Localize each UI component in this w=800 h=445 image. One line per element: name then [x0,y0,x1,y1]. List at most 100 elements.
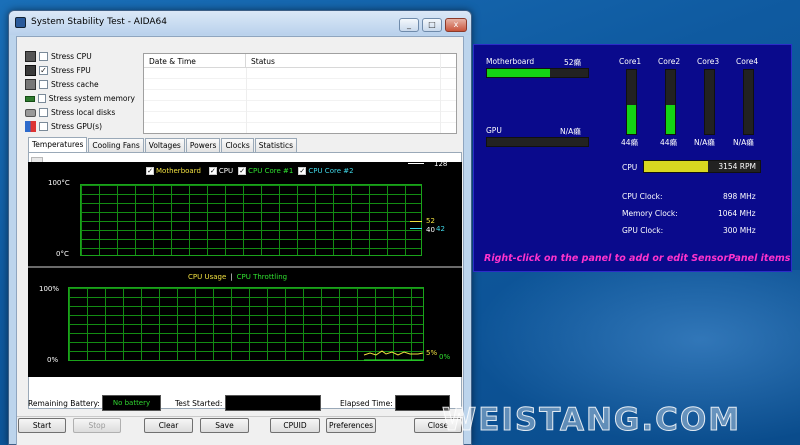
motherboard-sensor-value: 52癩 [564,58,582,67]
temperature-legend: ✓ Motherboard ✓ CPU ✓ CPU Core #1 ✓ CPU … [146,167,354,175]
cpu-icon [25,51,36,62]
usage-trace [363,350,424,361]
usage-current-value: 5% [426,349,438,357]
core3-label: Core3 [697,57,720,66]
cpu-clock-value: 898 MHz [723,192,756,201]
disk-icon [25,108,36,117]
tab-statistics[interactable]: Statistics [254,138,298,152]
log-table[interactable]: Date & Time Status [143,53,457,134]
table-row [144,68,456,79]
window-client-area: Stress CPU ✓ Stress FPU Stress cache Str… [16,36,464,445]
cache-icon [25,79,36,90]
stress-memory-label: Stress system memory [48,94,135,103]
start-button[interactable]: Start [18,418,66,433]
table-row [144,112,456,123]
core1-temp-bar-fill [627,105,636,134]
tab-cooling-fans[interactable]: Cooling Fans [88,138,144,152]
stress-cache-option[interactable]: Stress cache [25,78,135,91]
tab-powers[interactable]: Powers [185,138,221,152]
temperature-grid [80,184,422,256]
tab-voltages[interactable]: Voltages [144,138,185,152]
legend-core1: CPU Core #1 [248,167,294,175]
stress-fpu-label: Stress FPU [51,66,91,75]
stress-disks-option[interactable]: Stress local disks [25,106,135,119]
gpu-clock-value: 300 MHz [723,226,756,235]
preferences-button[interactable]: Preferences [326,418,376,433]
log-table-header: Date & Time Status [144,54,456,68]
motherboard-temp-bar [486,68,589,78]
battery-label: Remaining Battery: [28,399,100,408]
stress-cpu-checkbox[interactable] [39,52,48,61]
title-bar[interactable]: System Stability Test - AIDA64 _ □ x [9,11,471,35]
legend-core1-checkbox[interactable]: ✓ [238,167,247,175]
graph-tabs: Temperatures Cooling Fans Voltages Power… [28,137,298,152]
stress-memory-checkbox[interactable] [37,94,46,103]
core1-value: 44癩 [621,138,639,147]
stress-gpu-label: Stress GPU(s) [51,122,103,131]
temperature-graph: ✓ Motherboard ✓ CPU ✓ CPU Core #1 ✓ CPU … [28,160,462,266]
cpu-fan-value: 3154 RPM [718,162,756,171]
motherboard-trace [410,221,422,222]
stress-disks-checkbox[interactable] [39,108,48,117]
cpu-fan-label: CPU [622,163,638,172]
test-started-label: Test Started: [175,399,223,408]
memory-clock-value: 1064 MHz [718,209,756,218]
table-row [144,90,456,101]
stop-button[interactable]: Stop [73,418,121,433]
core3-value: N/A癩 [694,138,715,147]
gpu-sensor-label: GPU [486,126,502,135]
legend-cpu-checkbox[interactable]: ✓ [208,167,217,175]
battery-value: No battery [102,395,161,411]
core2-value: 44癩 [660,138,678,147]
stress-cpu-option[interactable]: Stress CPU [25,50,135,63]
close-window-button[interactable]: x [445,18,467,32]
gpu-clock-label: GPU Clock: [622,226,664,235]
cpuid-button[interactable]: CPUID [270,418,320,433]
core4-value: N/A癩 [733,138,754,147]
cpu-clock-label: CPU Clock: [622,192,663,201]
core2-label: Core2 [658,57,681,66]
motherboard-temp-bar-fill [487,69,550,77]
cpu-fan-bar: 3154 RPM [643,160,761,173]
gpu-temp-bar [486,137,589,147]
cpu-core-trace [410,228,422,229]
legend-core2: CPU Core #2 [308,167,354,175]
core1-label: Core1 [619,57,642,66]
tab-temperatures[interactable]: Temperatures [28,137,88,152]
legend-motherboard-checkbox[interactable]: ✓ [146,167,154,175]
maximize-button[interactable]: □ [422,18,442,32]
gpu-sensor-value: N/A癩 [560,127,581,136]
motherboard-sensor-label: Motherboard [486,57,535,66]
sensor-panel-hint: Right-click on the panel to add or edit … [484,253,791,264]
memory-icon [25,95,35,102]
stress-fpu-checkbox[interactable]: ✓ [39,66,48,75]
core1-temp-bar [626,69,637,135]
stress-gpu-checkbox[interactable] [39,122,48,131]
stress-memory-option[interactable]: Stress system memory [25,92,135,105]
stress-gpu-option[interactable]: Stress GPU(s) [25,120,135,133]
legend-core2-checkbox[interactable]: ✓ [298,167,307,175]
core2-temp-bar-fill [666,105,675,134]
fpu-icon [25,65,36,76]
temp-axis-min: 0°C [56,250,69,258]
core-current-temp: 42 [436,225,445,233]
column-status[interactable]: Status [246,54,280,67]
core3-temp-bar [704,69,715,135]
stress-fpu-option[interactable]: ✓ Stress FPU [25,64,135,77]
clear-button[interactable]: Clear [144,418,193,433]
cpu-usage-graph: CPU Usage | CPU Throttling 100% 0% 5% 0% [28,266,462,377]
column-date-time[interactable]: Date & Time [144,54,246,67]
stress-cache-checkbox[interactable] [39,80,48,89]
temp-scale-marker [408,163,424,164]
watermark-logo: WEISTANG.COM [441,402,742,439]
elapsed-time-label: Elapsed Time: [340,399,393,408]
sensor-panel[interactable]: Motherboard 52癩 GPU N/A癩 Core1 Core2 Cor… [473,44,792,272]
minimize-button[interactable]: _ [399,18,419,32]
stress-disks-label: Stress local disks [51,108,116,117]
test-started-value [225,395,321,411]
temp-scale-max: 128 [434,160,448,168]
scrollbar-track[interactable] [440,54,441,133]
core2-temp-bar [665,69,676,135]
save-button[interactable]: Save [200,418,249,433]
tab-clocks[interactable]: Clocks [221,138,254,152]
